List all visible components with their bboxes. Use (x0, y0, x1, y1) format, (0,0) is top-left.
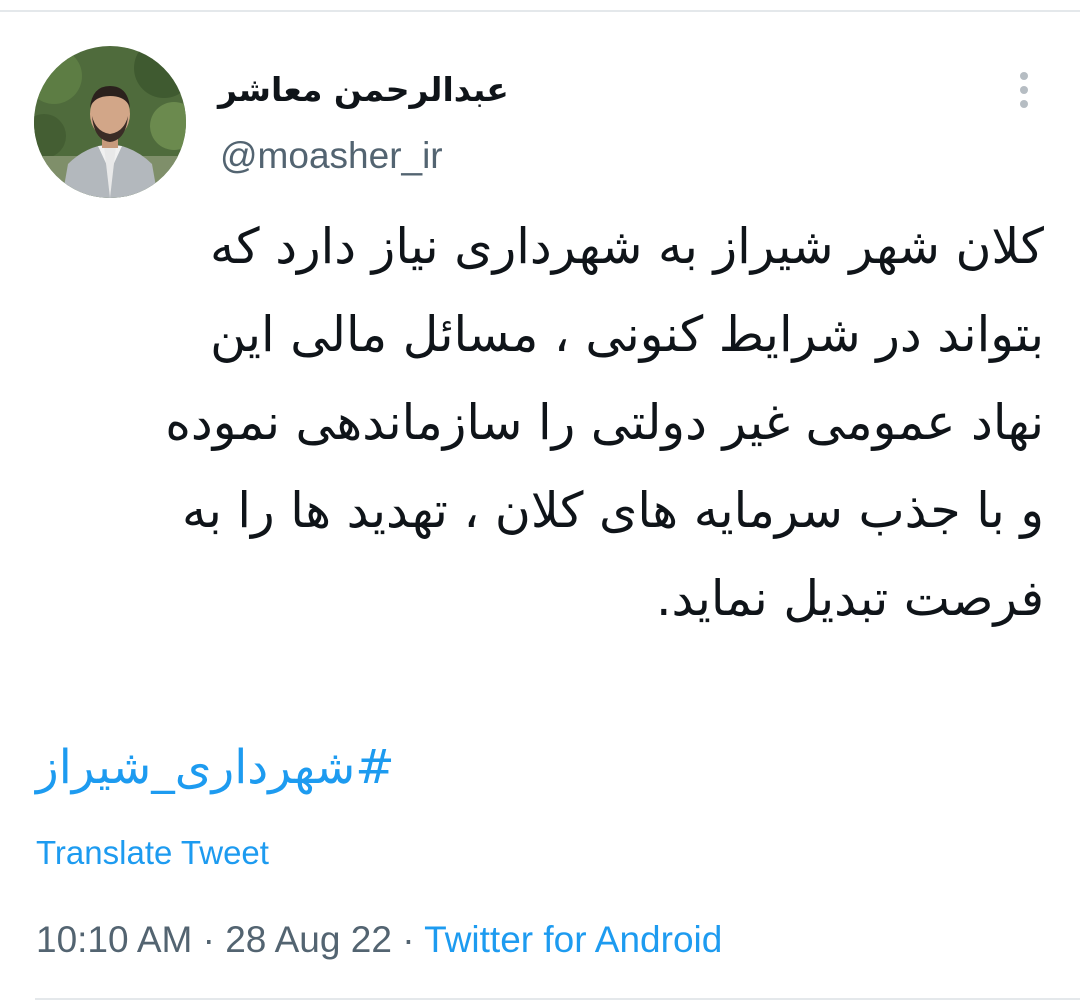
tweet-text-line: بتواند در شرایط کنونی ، مسائل مالی این (210, 306, 1044, 363)
tweet-text-line: نهاد عمومی غیر دولتی را سازماندهی نموده (165, 394, 1044, 451)
more-options-button[interactable] (1004, 66, 1044, 116)
tweet-time: 10:10 AM (36, 919, 193, 960)
hashtag-link[interactable]: #شهرداری_شیراز (36, 730, 395, 806)
tweet-source-link[interactable]: Twitter for Android (424, 919, 722, 960)
tweet-metadata: 10:10 AM · 28 Aug 22 · Twitter for Andro… (36, 915, 722, 965)
tweet-text-line: کلان شهر شیراز به شهرداری نیاز دارد که (210, 218, 1044, 275)
author-handle[interactable]: @moasher_ir (220, 134, 443, 178)
translate-tweet-link[interactable]: Translate Tweet (36, 832, 269, 874)
avatar[interactable] (34, 46, 186, 198)
tweet-text-line: فرصت تبدیل نماید. (655, 570, 1044, 627)
avatar-photo (34, 46, 186, 198)
meta-separator: · (202, 919, 215, 960)
more-vertical-icon (1020, 72, 1028, 108)
top-divider (0, 10, 1080, 12)
tweet-text-line: و با جذب سرمایه های کلان ، تهدید ها را ب… (181, 482, 1044, 539)
tweet-text: کلان شهر شیراز به شهرداری نیاز دارد که ب… (84, 203, 1044, 643)
tweet-date: 28 Aug 22 (225, 919, 392, 960)
author-display-name[interactable]: عبدالرحمن معاشر (218, 66, 509, 114)
meta-separator: · (402, 919, 415, 960)
